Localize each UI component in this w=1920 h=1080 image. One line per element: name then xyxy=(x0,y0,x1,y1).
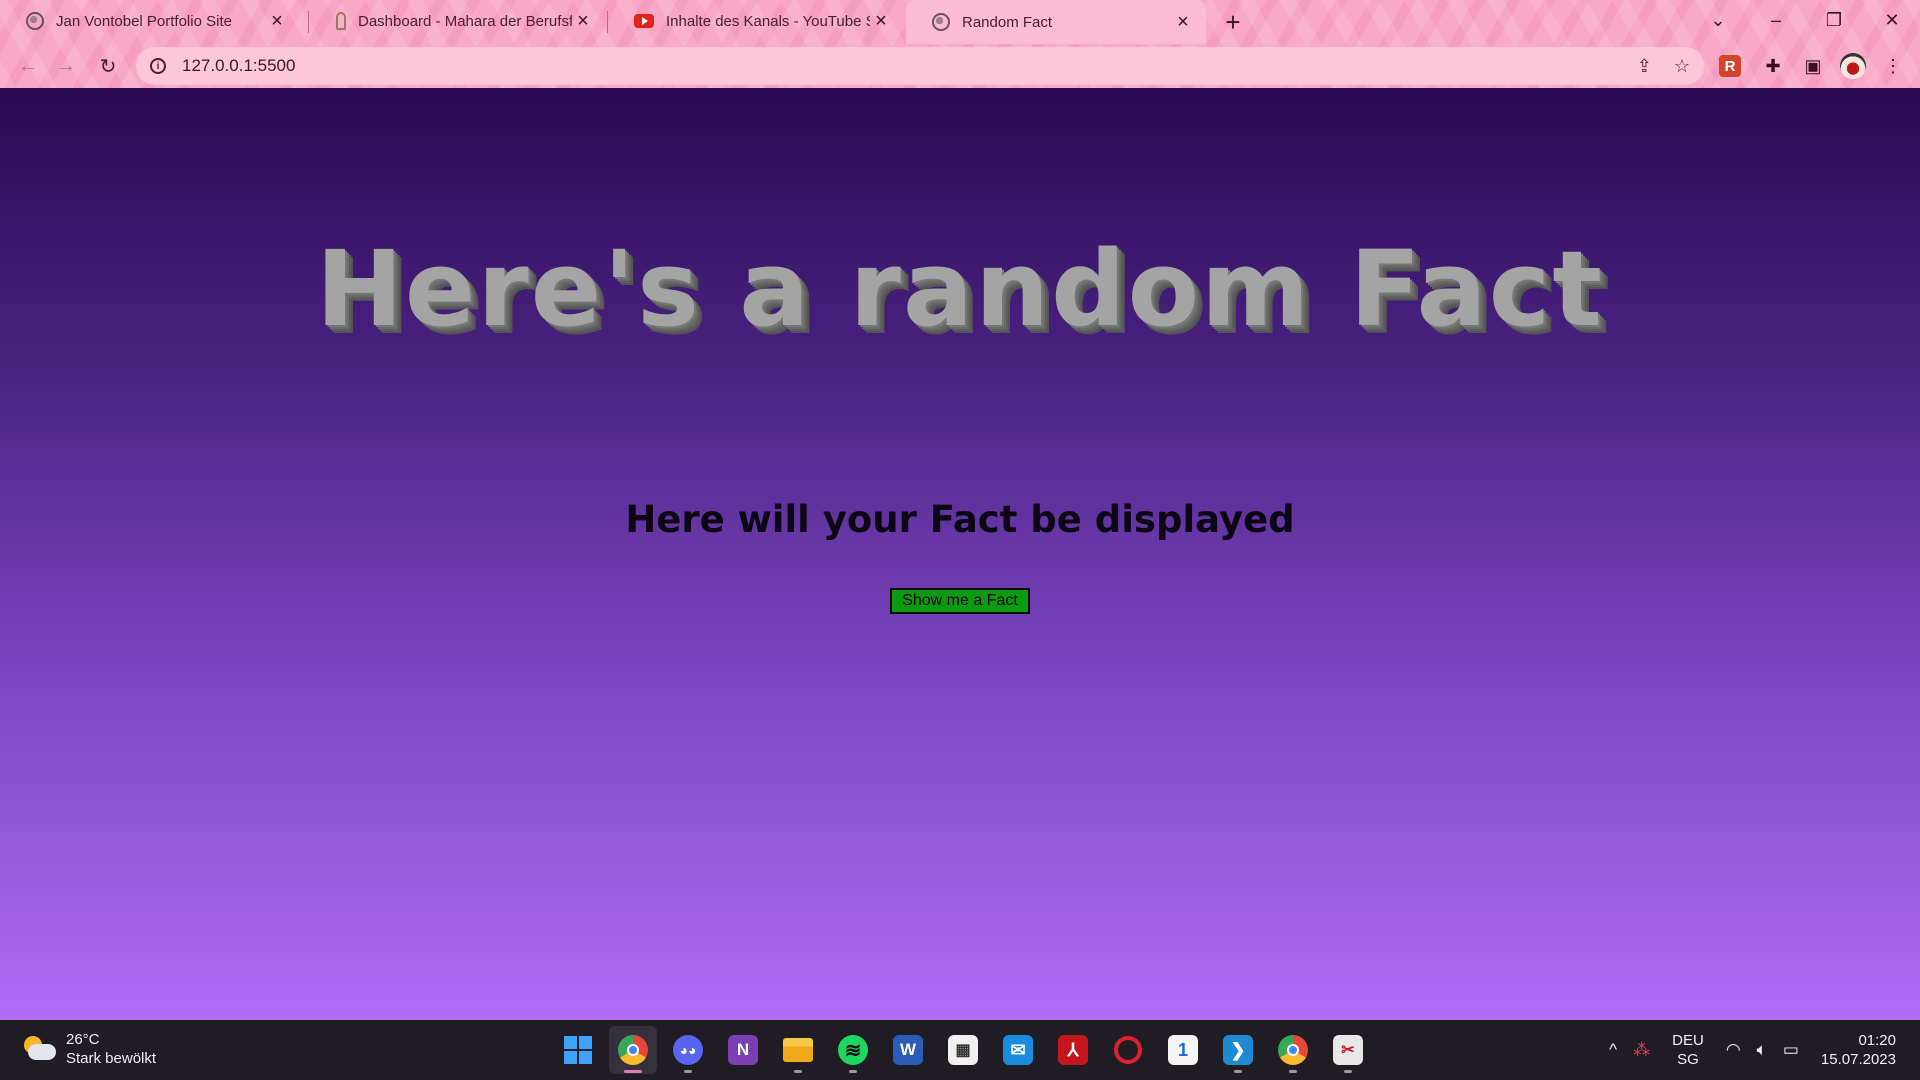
microsoft-store-icon[interactable]: ▦ xyxy=(939,1026,987,1074)
battery-icon[interactable]: ▭ xyxy=(1783,1040,1799,1060)
weather-temperature: 26°C xyxy=(66,1031,100,1048)
browser-toolbar: ← → ↻ i 127.0.0.1:5500 ⇪ ☆ R ✚ ▣ ⋮ xyxy=(0,44,1920,88)
snipping-tool-icon[interactable]: ✂ xyxy=(1324,1026,1372,1074)
close-window-icon[interactable]: ✕ xyxy=(1864,0,1920,40)
wifi-icon[interactable]: ◠ xyxy=(1726,1040,1741,1060)
reload-icon[interactable]: ↻ xyxy=(92,50,124,82)
close-icon[interactable]: × xyxy=(572,10,594,32)
side-panel-icon[interactable]: ▣ xyxy=(1800,53,1826,79)
fact-text: Here will your Fact be displayed xyxy=(625,498,1295,541)
url-text[interactable]: 127.0.0.1:5500 xyxy=(182,56,295,76)
close-icon[interactable]: × xyxy=(1172,11,1194,33)
system-tray: ^ ⁂ DEU SG ◠ 🔈︎ ▭ 01:20 15.07.2023 xyxy=(1601,1020,1920,1080)
language-indicator[interactable]: DEU SG xyxy=(1672,1031,1704,1069)
share-icon[interactable]: ⇪ xyxy=(1637,56,1652,77)
forward-arrow-icon[interactable]: → xyxy=(50,50,82,82)
weather-condition: Stark bewölkt xyxy=(66,1050,157,1067)
tab-separator xyxy=(308,11,309,33)
tab-youtube[interactable]: Inhalte des Kanals - YouTube Stu × xyxy=(608,0,904,42)
close-icon[interactable]: × xyxy=(870,10,892,32)
page-heading: Here's a random Fact xyxy=(315,228,1605,350)
tab-title: Jan Vontobel Portfolio Site xyxy=(56,12,232,30)
extension-r-icon[interactable]: R xyxy=(1719,55,1741,77)
browser-chrome: Jan Vontobel Portfolio Site × Dashboard … xyxy=(0,0,1920,88)
acrobat-icon[interactable]: ⅄ xyxy=(1049,1026,1097,1074)
youtube-icon xyxy=(634,14,654,28)
profile-avatar[interactable] xyxy=(1840,53,1866,79)
tab-mahara[interactable]: Dashboard - Mahara der Berufsfa × xyxy=(310,0,606,42)
one-password-icon[interactable]: 1 xyxy=(1159,1026,1207,1074)
tab-random-fact[interactable]: Random Fact × xyxy=(906,0,1206,44)
back-arrow-icon[interactable]: ← xyxy=(12,50,44,82)
onenote-icon[interactable]: N xyxy=(719,1026,767,1074)
page-content: Here's a random Fact Here will your Fact… xyxy=(0,88,1920,1020)
spotify-icon[interactable]: ≋ xyxy=(829,1026,877,1074)
tab-title: Dashboard - Mahara der Berufsfa xyxy=(358,12,572,30)
minimize-icon[interactable]: – xyxy=(1748,0,1804,40)
tab-portfolio[interactable]: Jan Vontobel Portfolio Site × xyxy=(0,0,300,42)
vscode-icon[interactable]: ❯ xyxy=(1214,1026,1262,1074)
address-bar[interactable]: i 127.0.0.1:5500 ⇪ ☆ xyxy=(136,47,1704,85)
tab-search-chevron-down-icon[interactable]: ⌄ xyxy=(1690,0,1746,40)
globe-icon xyxy=(932,13,950,31)
show-fact-button[interactable]: Show me a Fact xyxy=(890,588,1030,614)
file-explorer-icon[interactable] xyxy=(774,1026,822,1074)
word-icon[interactable]: W xyxy=(884,1026,932,1074)
chrome-icon[interactable] xyxy=(609,1026,657,1074)
tray-app-icon[interactable]: ⁂ xyxy=(1633,1040,1650,1060)
opera-icon[interactable] xyxy=(1104,1026,1152,1074)
tab-title: Random Fact xyxy=(962,13,1053,31)
clock-date: 15.07.2023 xyxy=(1820,1051,1896,1068)
taskbar: 26°C Stark bewölkt ◕◕ N ≋ W ▦ ✉ ⅄ 1 ❯ ✂ … xyxy=(0,1020,1920,1080)
chrome-second-icon[interactable] xyxy=(1269,1026,1317,1074)
discord-icon[interactable]: ◕◕ xyxy=(664,1026,712,1074)
more-menu-icon[interactable]: ⋮ xyxy=(1880,53,1906,79)
weather-widget[interactable]: 26°C Stark bewölkt xyxy=(22,1030,156,1068)
restore-icon[interactable]: ❐ xyxy=(1806,0,1862,40)
close-icon[interactable]: × xyxy=(266,10,288,32)
taskbar-apps: ◕◕ N ≋ W ▦ ✉ ⅄ 1 ❯ ✂ xyxy=(554,1026,1372,1074)
new-tab-button[interactable]: + xyxy=(1218,7,1248,37)
language-line-1: DEU xyxy=(1672,1032,1704,1049)
site-info-icon[interactable]: i xyxy=(150,58,166,74)
extensions-puzzle-icon[interactable]: ✚ xyxy=(1760,53,1786,79)
mail-icon[interactable]: ✉ xyxy=(994,1026,1042,1074)
tab-title: Inhalte des Kanals - YouTube Stu xyxy=(666,12,870,30)
clock-time: 01:20 xyxy=(1858,1032,1896,1049)
cloudy-weather-icon xyxy=(22,1036,56,1062)
globe-icon xyxy=(26,12,44,30)
volume-icon[interactable]: 🔈︎ xyxy=(1757,1040,1767,1060)
chevron-up-icon[interactable]: ^ xyxy=(1609,1040,1617,1060)
language-line-2: SG xyxy=(1677,1051,1699,1068)
mahara-icon xyxy=(336,12,346,30)
bookmark-star-icon[interactable]: ☆ xyxy=(1674,56,1690,77)
tab-strip: Jan Vontobel Portfolio Site × Dashboard … xyxy=(0,0,1920,44)
clock[interactable]: 01:20 15.07.2023 xyxy=(1821,1031,1896,1069)
windows-start-icon[interactable] xyxy=(554,1026,602,1074)
